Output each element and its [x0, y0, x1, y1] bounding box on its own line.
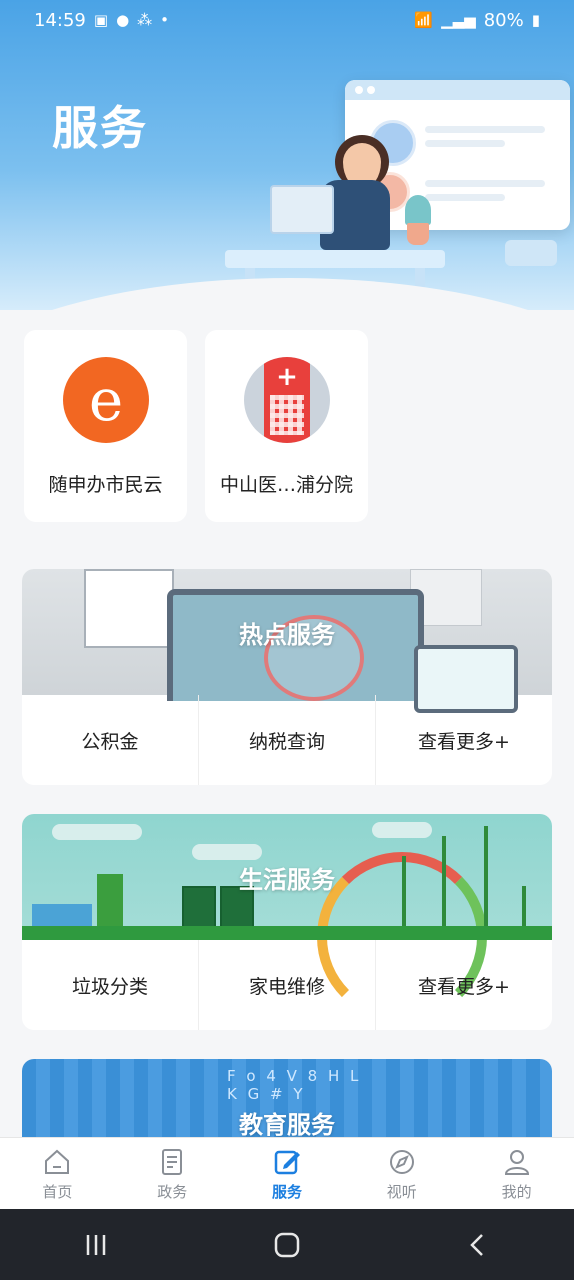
- battery-icon: ▮: [531, 11, 540, 29]
- section-hot-services: 热点服务 公积金 纳税查询 查看更多+: [22, 569, 552, 785]
- home-circle-icon: [274, 1232, 300, 1257]
- life-services-items: 垃圾分类 家电维修 查看更多+: [22, 940, 552, 1030]
- nav-government[interactable]: 政务: [115, 1138, 230, 1210]
- battery-percent: 80%: [483, 9, 524, 31]
- section-life-services: 生活服务 垃圾分类 家电维修 查看更多+: [22, 814, 552, 1030]
- service-item-housing-fund[interactable]: 公积金: [22, 695, 199, 785]
- section-education-services: F o 4 V 8 H L K G # Y 教育服务: [22, 1059, 552, 1149]
- edit-icon: [272, 1147, 302, 1177]
- app-card-zhongshan-hospital[interactable]: + 中山医…浦分院: [205, 330, 368, 522]
- hospital-icon: +: [244, 357, 330, 443]
- nav-home[interactable]: 首页: [0, 1138, 115, 1210]
- header-banner: 14:59 ▣ ● ⁂ • 📶 ▁▃▅ 80% ▮ 服务: [0, 0, 574, 310]
- document-icon: [157, 1147, 187, 1177]
- dots-icon: ⁂: [137, 11, 153, 29]
- chat-icon: ●: [116, 11, 130, 29]
- user-icon: [502, 1147, 532, 1177]
- recents-icon: [86, 1234, 105, 1255]
- bottom-nav: 首页 政务 服务 视听 我的: [0, 1137, 574, 1210]
- nav-services[interactable]: 服务: [230, 1138, 345, 1210]
- service-item-appliance-repair[interactable]: 家电维修: [199, 940, 376, 1030]
- wifi-icon: 📶: [414, 11, 434, 29]
- signal-icon: ▁▃▅: [441, 11, 476, 29]
- section-title: 教育服务: [239, 1111, 335, 1139]
- page-title: 服务: [52, 101, 148, 155]
- recent-apps-button[interactable]: [66, 1220, 126, 1270]
- nav-media[interactable]: 视听: [344, 1138, 459, 1210]
- education-services-banner[interactable]: F o 4 V 8 H L K G # Y 教育服务: [22, 1059, 552, 1149]
- app-card-suishenban[interactable]: e 随申办市民云: [24, 330, 187, 522]
- home-icon: [42, 1147, 72, 1177]
- system-nav-bar: [0, 1209, 574, 1280]
- header-illustration: [215, 55, 574, 308]
- service-item-garbage-sorting[interactable]: 垃圾分类: [22, 940, 199, 1030]
- gallery-icon: ▣: [93, 11, 109, 29]
- status-bar: 14:59 ▣ ● ⁂ • 📶 ▁▃▅ 80% ▮: [0, 0, 574, 40]
- service-item-tax-query[interactable]: 纳税查询: [199, 695, 376, 785]
- section-title: 生活服务: [239, 866, 335, 894]
- e-logo-icon: e: [63, 357, 149, 443]
- section-title: 热点服务: [239, 621, 335, 649]
- app-label: 随申办市民云: [48, 474, 163, 496]
- notification-dot-icon: •: [160, 11, 170, 29]
- nav-label: 首页: [42, 1182, 73, 1201]
- app-label: 中山医…浦分院: [219, 474, 353, 496]
- life-services-banner[interactable]: 生活服务: [22, 814, 552, 1022]
- home-button[interactable]: [257, 1220, 317, 1270]
- status-time: 14:59: [34, 9, 86, 31]
- back-icon: [470, 1233, 484, 1256]
- back-button[interactable]: [448, 1220, 508, 1270]
- compass-icon: [387, 1147, 417, 1177]
- nav-label: 视听: [386, 1182, 417, 1201]
- hot-services-banner[interactable]: 热点服务: [22, 569, 552, 713]
- nav-label: 我的: [501, 1182, 532, 1201]
- see-more-life-link[interactable]: 查看更多+: [376, 940, 552, 1030]
- hot-services-items: 公积金 纳税查询 查看更多+: [22, 695, 552, 785]
- nav-label: 服务: [271, 1182, 302, 1201]
- nav-profile[interactable]: 我的: [459, 1138, 574, 1210]
- nav-label: 政务: [157, 1182, 188, 1201]
- education-letters: F o 4 V 8 H L K G # Y: [227, 1067, 362, 1103]
- see-more-hot-link[interactable]: 查看更多+: [376, 695, 552, 785]
